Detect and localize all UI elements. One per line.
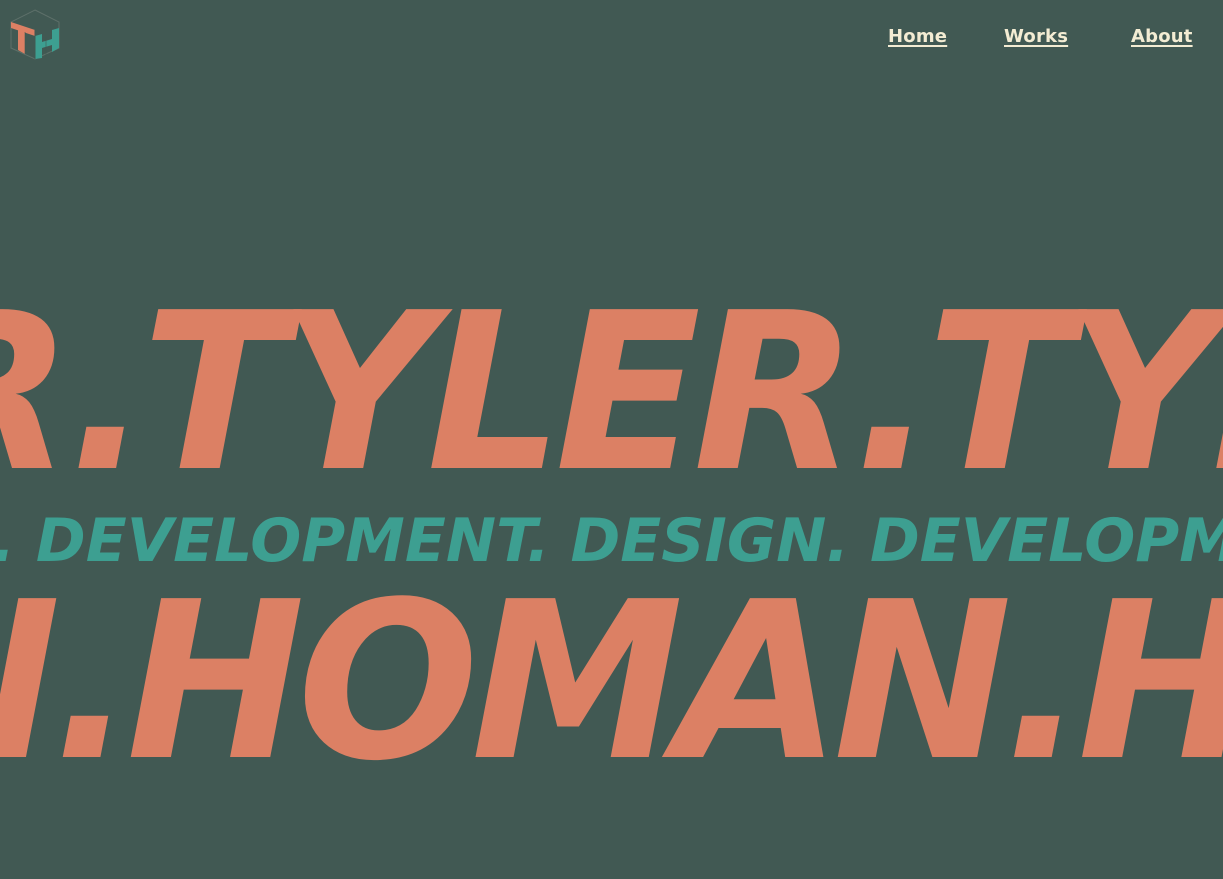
hero-first-name-text: R.TYLER.TYLER.T	[0, 296, 1223, 492]
nav-link-about[interactable]: About	[1131, 26, 1193, 47]
main-nav: Home Works About	[0, 26, 1223, 52]
hero-first-name-marquee: R.TYLER.TYLER.T	[0, 296, 1223, 492]
hero-tagline-text: N. DEVELOPMENT. DESIGN. DEVELOPMENT.	[0, 506, 1223, 576]
hero-last-name-marquee: N.HOMAN.HOMAN.H	[0, 583, 1223, 783]
nav-link-works[interactable]: Works	[1004, 26, 1068, 47]
hero-last-name-text: N.HOMAN.HOMAN.H	[0, 583, 1223, 783]
nav-link-home[interactable]: Home	[888, 26, 947, 47]
hero-tagline-marquee: N. DEVELOPMENT. DESIGN. DEVELOPMENT.	[0, 505, 1223, 577]
